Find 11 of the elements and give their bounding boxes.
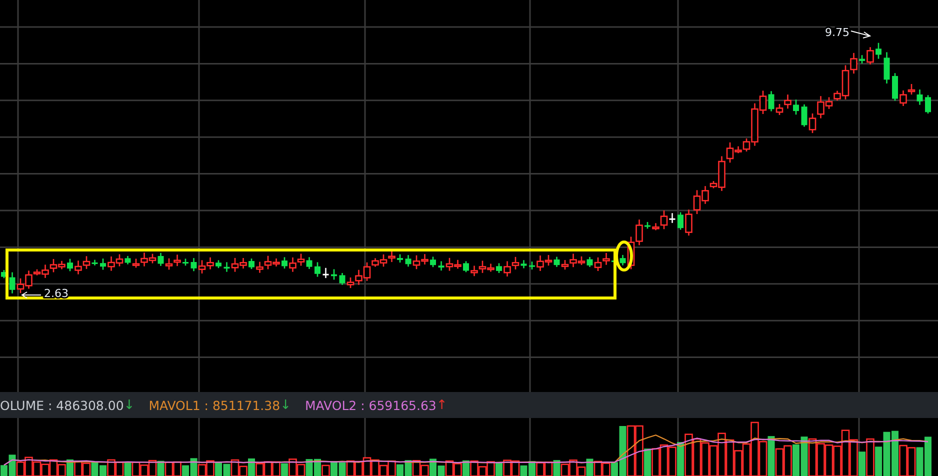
leader-line <box>21 292 42 298</box>
trend-arrow: ↑ <box>436 398 448 412</box>
trend-arrow: ↓ <box>124 398 135 412</box>
leader-line <box>850 30 872 38</box>
trend-arrow: ↓ <box>280 398 291 412</box>
legend-value: MAVOL2 : 659165.63 <box>304 398 436 412</box>
legend-value: MAVOL1 : 851171.38 <box>148 398 280 412</box>
price-label: 9.75 <box>825 26 850 39</box>
price-label: 2.63 <box>44 287 68 300</box>
legend-value: OLUME : 486308.00 <box>0 398 124 412</box>
highlight-ellipse <box>615 240 633 272</box>
